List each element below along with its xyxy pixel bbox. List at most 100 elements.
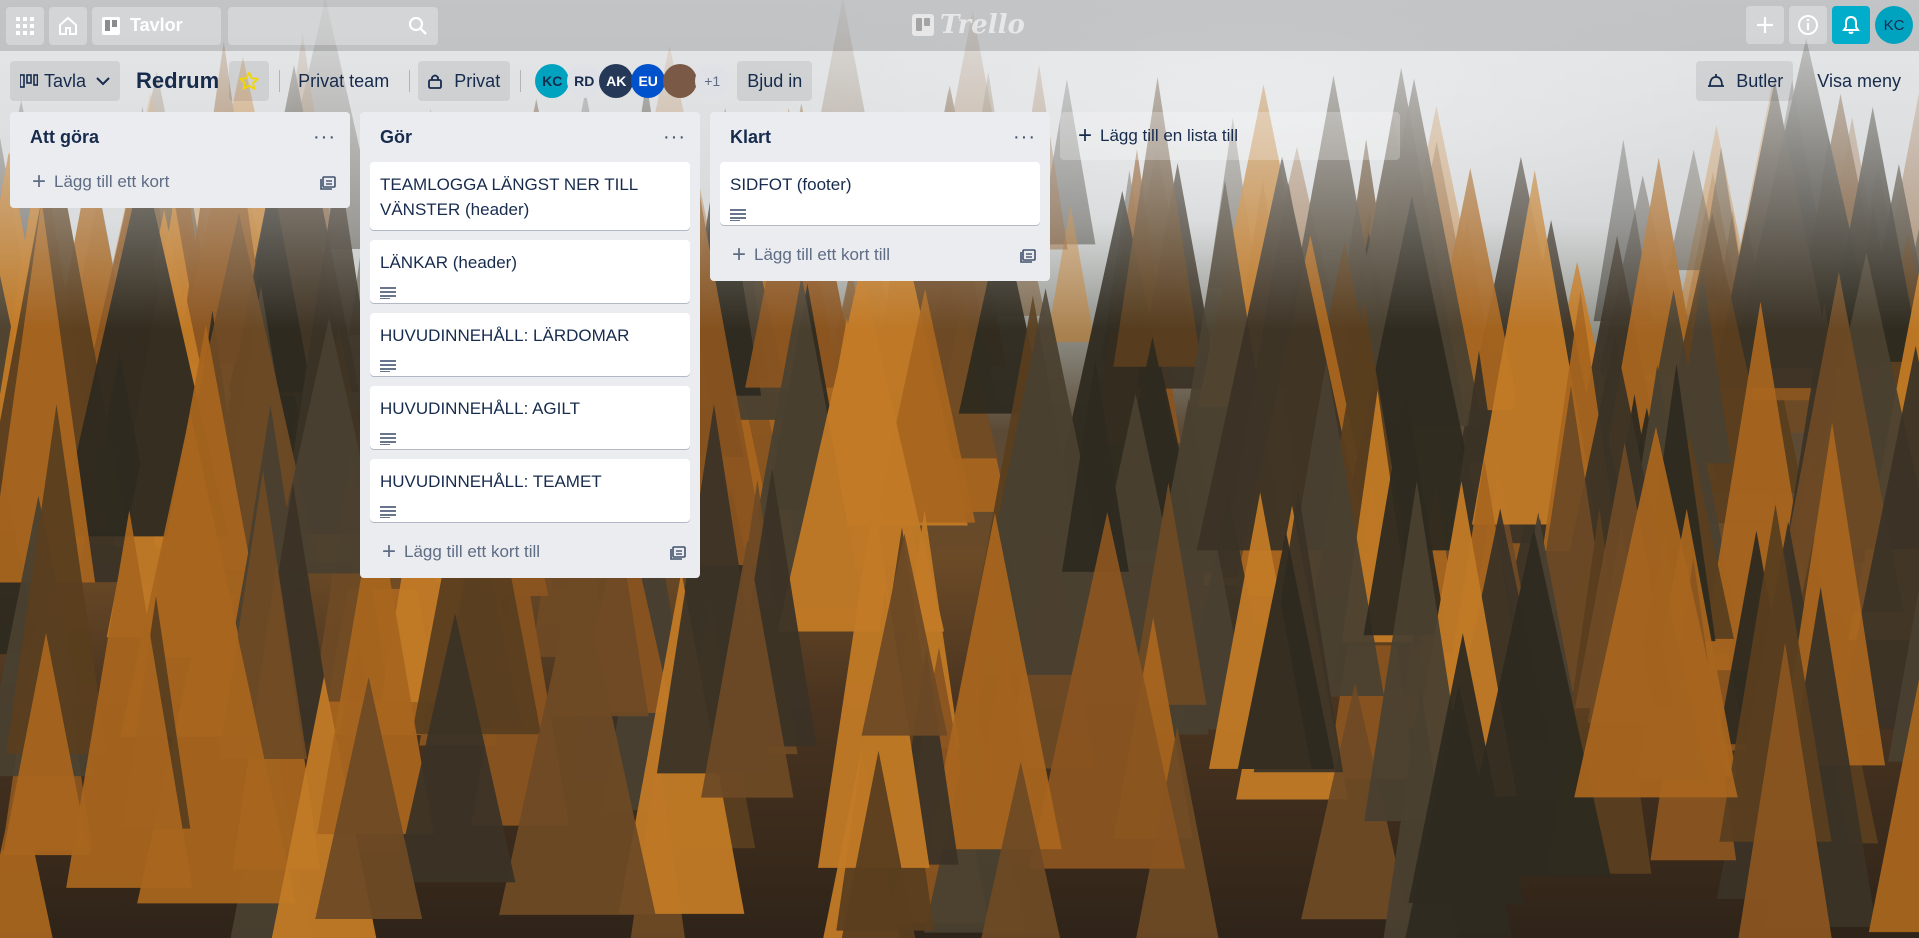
card-title: HUVUDINNEHÅLL: LÄRDOMAR bbox=[380, 326, 630, 345]
list-menu-icon[interactable]: ··· bbox=[1013, 127, 1036, 147]
add-card-button[interactable]: + Lägg till ett kort bbox=[10, 162, 350, 202]
boards-button[interactable]: Tavlor bbox=[92, 6, 221, 45]
home-button[interactable] bbox=[49, 6, 87, 45]
description-icon bbox=[380, 287, 396, 300]
divider bbox=[520, 70, 522, 92]
add-card-button[interactable]: + Lägg till ett kort till bbox=[360, 532, 700, 572]
chevron-down-icon bbox=[96, 77, 110, 86]
board-view-switcher[interactable]: Tavla bbox=[10, 61, 121, 101]
list: Gör ··· TEAMLOGGA LÄNGST NER TILL VÄNSTE… bbox=[360, 112, 700, 578]
card[interactable]: LÄNKAR (header) bbox=[370, 240, 690, 303]
card-title: HUVUDINNEHÅLL: AGILT bbox=[380, 399, 580, 418]
member-avatar[interactable]: KC bbox=[535, 64, 570, 98]
card-template-icon[interactable] bbox=[320, 174, 336, 190]
search-icon[interactable] bbox=[408, 16, 428, 36]
plus-icon bbox=[1757, 17, 1773, 33]
visibility-label: Privat bbox=[454, 70, 501, 91]
card[interactable]: HUVUDINNEHÅLL: TEAMET bbox=[370, 459, 690, 522]
member-avatar[interactable]: EU bbox=[631, 64, 666, 98]
card[interactable]: HUVUDINNEHÅLL: AGILT bbox=[370, 386, 690, 449]
card-badges bbox=[380, 427, 680, 446]
board-title[interactable]: Redrum bbox=[136, 68, 219, 94]
bell-icon bbox=[1842, 15, 1860, 34]
info-button[interactable] bbox=[1789, 6, 1827, 44]
apps-grid-button[interactable] bbox=[6, 6, 44, 45]
card-title: SIDFOT (footer) bbox=[730, 175, 852, 194]
lock-icon bbox=[428, 74, 443, 89]
team-button[interactable]: Privat team bbox=[288, 61, 399, 101]
card-badges bbox=[730, 203, 1030, 222]
apps-grid-icon bbox=[16, 16, 34, 35]
add-list-button[interactable]: + Lägg till en lista till bbox=[1060, 112, 1400, 160]
add-card-button[interactable]: + Lägg till ett kort till bbox=[710, 235, 1050, 275]
butler-button[interactable]: Butler bbox=[1696, 61, 1794, 101]
plus-icon: + bbox=[32, 168, 47, 195]
extra-members-count[interactable]: +1 bbox=[695, 64, 730, 98]
list: Att göra ··· + Lägg till ett kort bbox=[10, 112, 350, 208]
list-menu-icon[interactable]: ··· bbox=[663, 127, 686, 147]
card-title: LÄNKAR (header) bbox=[380, 253, 518, 272]
card-title: TEAMLOGGA LÄNGST NER TILL VÄNSTER (heade… bbox=[380, 175, 638, 219]
boards-label: Tavlor bbox=[130, 15, 183, 35]
notifications-button[interactable] bbox=[1832, 6, 1870, 44]
board-icon bbox=[102, 16, 120, 35]
member-avatar[interactable]: AK bbox=[599, 64, 634, 98]
show-menu-label: Visa meny bbox=[1817, 70, 1901, 91]
star-button[interactable] bbox=[229, 61, 270, 101]
card-container: TEAMLOGGA LÄNGST NER TILL VÄNSTER (heade… bbox=[360, 162, 700, 522]
user-avatar[interactable]: KC bbox=[1875, 6, 1913, 44]
divider bbox=[279, 70, 281, 92]
top-nav: Tavlor Trello KC bbox=[0, 0, 1919, 51]
plus-icon: + bbox=[382, 538, 397, 565]
card-title: HUVUDINNEHÅLL: TEAMET bbox=[380, 472, 602, 491]
member-avatar[interactable] bbox=[663, 64, 698, 98]
list: Klart ··· SIDFOT (footer) + Lägg till ett… bbox=[710, 112, 1050, 281]
card-template-icon[interactable] bbox=[670, 544, 686, 560]
list-menu-icon[interactable]: ··· bbox=[313, 127, 336, 147]
board-view-icon bbox=[20, 74, 38, 88]
invite-button[interactable]: Bjud in bbox=[737, 61, 813, 101]
team-label: Privat team bbox=[298, 70, 390, 91]
show-menu-button[interactable]: Visa meny bbox=[1807, 61, 1911, 101]
add-list-label: Lägg till en lista till bbox=[1100, 126, 1238, 145]
add-card-label: Lägg till ett kort till bbox=[754, 245, 891, 264]
divider bbox=[409, 70, 411, 92]
plus-icon: + bbox=[732, 241, 747, 268]
logo-text: Trello bbox=[940, 10, 1025, 40]
board-canvas: Att göra ··· + Lägg till ett kort Gör ···… bbox=[10, 112, 1400, 578]
list-header[interactable]: Klart ··· bbox=[710, 112, 1050, 162]
board-members: KC RD AK EU +1 bbox=[535, 64, 730, 98]
description-icon bbox=[380, 506, 396, 519]
add-card-label: Lägg till ett kort till bbox=[404, 542, 541, 561]
view-label: Tavla bbox=[44, 70, 87, 91]
search-input[interactable] bbox=[228, 6, 438, 45]
card[interactable]: HUVUDINNEHÅLL: LÄRDOMAR bbox=[370, 313, 690, 376]
list-title[interactable]: Klart bbox=[730, 127, 771, 148]
header-right-group: Butler Visa meny bbox=[1696, 61, 1919, 101]
board-header: Tavla Redrum Privat team Privat KC RD AK EU… bbox=[0, 51, 1919, 111]
visibility-button[interactable]: Privat bbox=[418, 61, 511, 101]
search-box[interactable] bbox=[228, 6, 438, 45]
butler-icon bbox=[1708, 74, 1725, 87]
trello-logo[interactable]: Trello bbox=[912, 10, 1025, 40]
create-button[interactable] bbox=[1746, 6, 1784, 44]
card[interactable]: TEAMLOGGA LÄNGST NER TILL VÄNSTER (heade… bbox=[370, 162, 690, 230]
add-card-label: Lägg till ett kort bbox=[54, 172, 170, 191]
card-template-icon[interactable] bbox=[1020, 247, 1036, 263]
star-icon bbox=[239, 71, 259, 90]
nav-right-group: KC bbox=[1746, 6, 1913, 44]
butler-label: Butler bbox=[1736, 70, 1784, 91]
card-badges bbox=[380, 354, 680, 373]
home-icon bbox=[59, 16, 77, 35]
description-icon bbox=[380, 360, 396, 373]
card-badges bbox=[380, 500, 680, 519]
member-avatar[interactable]: RD bbox=[567, 64, 602, 98]
list-header[interactable]: Gör ··· bbox=[360, 112, 700, 162]
card-container: SIDFOT (footer) bbox=[710, 162, 1050, 225]
description-icon bbox=[730, 209, 746, 222]
list-header[interactable]: Att göra ··· bbox=[10, 112, 350, 162]
list-title[interactable]: Gör bbox=[380, 127, 412, 148]
plus-icon: + bbox=[1078, 122, 1093, 149]
list-title[interactable]: Att göra bbox=[30, 127, 99, 148]
card[interactable]: SIDFOT (footer) bbox=[720, 162, 1040, 225]
